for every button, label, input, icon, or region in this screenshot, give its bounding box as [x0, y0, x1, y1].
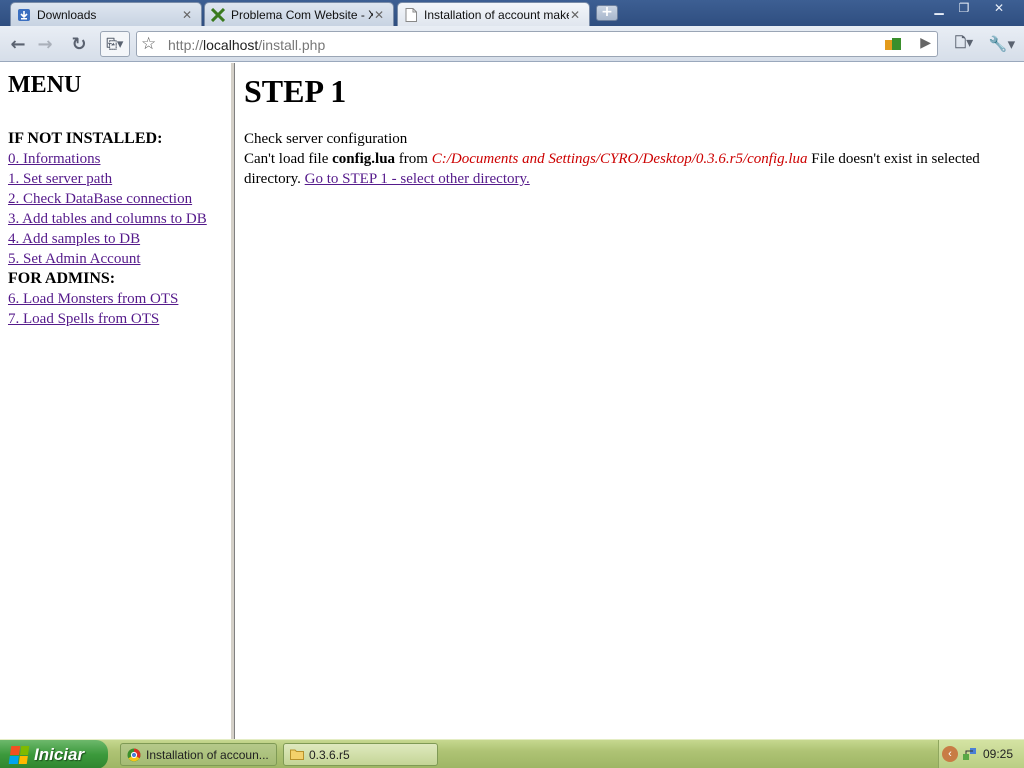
start-button[interactable]: Iniciar	[0, 740, 108, 768]
config-path: C:/Documents and Settings/CYRO/Desktop/0…	[431, 151, 808, 167]
content-frame: STEP 1 Check server configuration Can't …	[235, 63, 1024, 739]
taskbar-item-chrome[interactable]: Installation of accoun...	[120, 743, 277, 766]
back-icon[interactable]: ←	[5, 31, 31, 57]
forward-icon[interactable]: →	[32, 31, 58, 57]
taskbar-item-folder[interactable]: 0.3.6.r5	[283, 743, 438, 766]
file-name: config.lua	[332, 151, 396, 167]
section-if-not-installed: IF NOT INSTALLED:	[8, 130, 163, 147]
system-tray: ‹ 09:25	[938, 740, 1024, 768]
go-to-step-1-link[interactable]: Go to STEP 1 - select other directory.	[305, 171, 530, 187]
show-hidden-icons-icon[interactable]: ‹	[942, 746, 958, 762]
restore-icon[interactable]: ❐	[953, 1, 975, 16]
menu-frame: MENU IF NOT INSTALLED: 0. Informations 1…	[0, 63, 230, 739]
chrome-icon	[127, 748, 141, 762]
tab-label: Installation of account maker	[424, 8, 569, 22]
windows-logo-icon	[8, 745, 30, 764]
taskbar: Iniciar Installation of accoun... 0.3.6.…	[0, 739, 1024, 768]
section-for-admins: FOR ADMINS:	[8, 270, 116, 287]
page-viewport: MENU IF NOT INSTALLED: 0. Informations 1…	[0, 63, 1024, 739]
go-icon[interactable]: ▶	[920, 35, 931, 51]
address-bar[interactable]: ☆ http://localhost/install.php ▶	[136, 31, 938, 57]
close-tab-icon[interactable]: ✕	[181, 8, 193, 22]
tab-label: Problema Com Website - X...	[231, 7, 373, 22]
menu-link-set-admin-account[interactable]: 5. Set Admin Account	[8, 249, 230, 269]
page-action-icon[interactable]: ⎘▾	[100, 31, 130, 57]
page-icon	[404, 8, 418, 22]
menu-link-add-tables[interactable]: 3. Add tables and columns to DB	[8, 209, 230, 229]
browser-toolbar: ← → ↻ ⎘▾ ☆ http://localhost/install.php …	[0, 26, 1024, 62]
step-heading: STEP 1	[244, 73, 347, 109]
wrench-icon[interactable]: 🔧▾	[986, 31, 1018, 57]
close-tab-icon[interactable]: ✕	[569, 8, 581, 22]
menu-link-informations[interactable]: 0. Informations	[8, 149, 230, 169]
tab-strip: Downloads ✕ Problema Com Website - X... …	[0, 0, 1024, 27]
network-icon[interactable]	[962, 746, 978, 762]
menu-link-add-samples[interactable]: 4. Add samples to DB	[8, 229, 230, 249]
clock: 09:25	[983, 747, 1014, 761]
task-label: Installation of accoun...	[146, 747, 269, 762]
task-label: 0.3.6.r5	[309, 747, 350, 762]
close-tab-icon[interactable]: ✕	[373, 8, 385, 22]
new-tab-button[interactable]: +	[596, 5, 618, 21]
download-icon	[17, 8, 31, 22]
start-label: Iniciar	[34, 744, 85, 764]
bookmark-star-icon[interactable]: ☆	[141, 34, 156, 54]
minimize-icon[interactable]: ▁	[928, 1, 950, 16]
menu-link-check-database[interactable]: 2. Check DataBase connection	[8, 189, 230, 209]
url-text[interactable]: http://localhost/install.php	[168, 37, 325, 53]
reload-icon[interactable]: ↻	[66, 31, 92, 57]
menu-title: MENU	[8, 72, 82, 98]
tab-downloads[interactable]: Downloads ✕	[10, 2, 202, 26]
tab-installation-of-account-maker[interactable]: Installation of account maker ✕	[397, 2, 590, 27]
tab-label: Downloads	[37, 7, 97, 22]
close-window-icon[interactable]: ✕	[986, 1, 1012, 16]
error-message: Can't load file config.lua from C:/Docum…	[244, 151, 980, 187]
folder-icon	[290, 748, 304, 762]
xenforo-x-icon	[211, 7, 225, 22]
check-server-text: Check server configuration	[244, 131, 408, 147]
menu-link-set-server-path[interactable]: 1. Set server path	[8, 169, 230, 189]
menu-link-load-monsters[interactable]: 6. Load Monsters from OTS	[8, 289, 230, 309]
menu-link-load-spells[interactable]: 7. Load Spells from OTS	[8, 309, 230, 329]
page-menu-icon[interactable]: 🗋▾	[950, 31, 978, 57]
tab-problema-com-website[interactable]: Problema Com Website - X... ✕	[204, 2, 394, 26]
extension-icon[interactable]	[885, 37, 901, 51]
